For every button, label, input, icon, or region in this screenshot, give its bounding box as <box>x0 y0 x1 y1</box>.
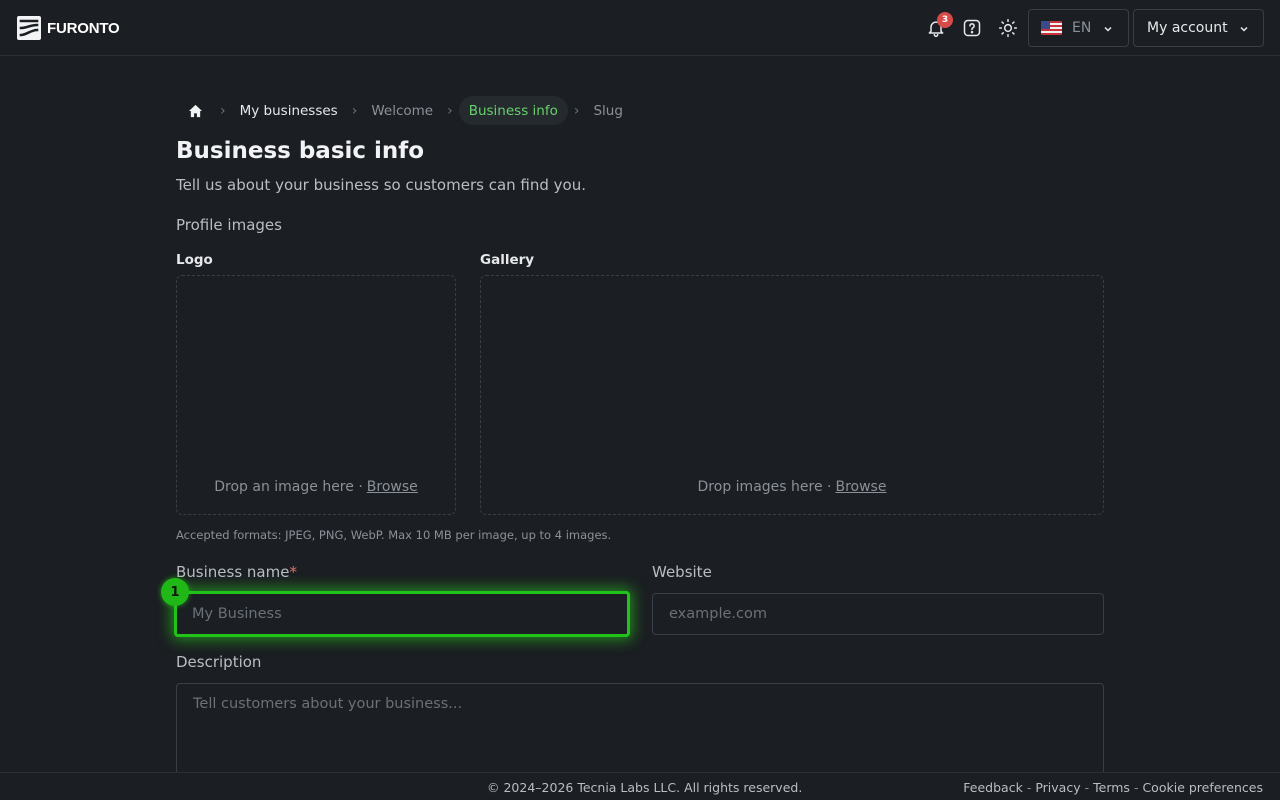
theme-toggle-button[interactable] <box>992 12 1024 44</box>
help-icon <box>963 19 981 37</box>
my-account-label: My account <box>1147 20 1228 36</box>
breadcrumb: › My businesses › Welcome › Business inf… <box>176 96 631 125</box>
help-button[interactable] <box>956 12 988 44</box>
logo-browse-link[interactable]: Browse <box>367 479 418 495</box>
breadcrumb-slug[interactable]: Slug <box>585 96 630 125</box>
us-flag-icon <box>1041 21 1062 35</box>
breadcrumb-separator: › <box>351 102 358 119</box>
sun-icon <box>998 18 1018 38</box>
home-icon <box>188 104 202 117</box>
footer-separator: - <box>1026 780 1032 795</box>
breadcrumb-home[interactable] <box>176 96 214 125</box>
breadcrumb-separator: › <box>220 102 226 119</box>
website-input[interactable] <box>652 593 1104 635</box>
logo-mark-icon <box>17 16 41 40</box>
notifications-button[interactable]: 3 <box>920 12 953 44</box>
breadcrumb-my-businesses[interactable]: My businesses <box>232 96 346 125</box>
brand-name: FURONTO <box>47 19 120 37</box>
logo-dropzone[interactable]: Drop an image here · Browse <box>176 275 456 515</box>
footer-separator: - <box>1084 780 1090 795</box>
logo-drop-text: Drop an image here · <box>214 479 363 495</box>
profile-images-heading: Profile images <box>176 216 282 234</box>
copyright-text: © 2024–2026 Tecnia Labs LLC. All rights … <box>487 780 803 795</box>
logo-label: Logo <box>176 252 213 268</box>
notification-count-badge: 3 <box>937 12 953 28</box>
footer-links: Feedback - Privacy - Terms - Cookie pref… <box>963 780 1263 795</box>
feedback-link[interactable]: Feedback <box>963 780 1023 795</box>
footer: © 2024–2026 Tecnia Labs LLC. All rights … <box>0 772 1280 800</box>
chevron-down-icon <box>1240 26 1248 32</box>
breadcrumb-welcome[interactable]: Welcome <box>363 96 441 125</box>
cookie-preferences-link[interactable]: Cookie preferences <box>1142 780 1263 795</box>
description-label: Description <box>176 653 262 671</box>
gallery-browse-link[interactable]: Browse <box>835 479 886 495</box>
website-label: Website <box>652 563 712 581</box>
page-subtitle: Tell us about your business so customers… <box>176 176 586 194</box>
terms-link[interactable]: Terms <box>1093 780 1130 795</box>
language-selector[interactable]: EN <box>1028 9 1129 47</box>
description-textarea[interactable] <box>176 683 1104 783</box>
business-name-input[interactable] <box>174 591 630 637</box>
gallery-dropzone[interactable]: Drop images here · Browse <box>480 275 1104 515</box>
breadcrumb-separator: › <box>573 102 580 119</box>
privacy-link[interactable]: Privacy <box>1035 780 1080 795</box>
required-mark: * <box>289 563 297 581</box>
gallery-drop-text: Drop images here · <box>697 479 832 495</box>
step-marker: 1 <box>161 578 189 606</box>
business-name-label-text: Business name <box>176 563 290 581</box>
business-name-label: Business name* <box>176 563 297 581</box>
top-bar: FURONTO 3 EN My account <box>0 0 1280 56</box>
footer-separator: - <box>1133 780 1139 795</box>
my-account-button[interactable]: My account <box>1133 9 1264 47</box>
image-format-help: Accepted formats: JPEG, PNG, WebP. Max 1… <box>176 528 612 542</box>
gallery-label: Gallery <box>480 252 535 268</box>
breadcrumb-separator: › <box>447 102 453 119</box>
chevron-down-icon <box>1104 26 1112 32</box>
page-title: Business basic info <box>176 138 425 164</box>
breadcrumb-business-info[interactable]: Business info <box>458 96 568 125</box>
language-label: EN <box>1072 20 1092 36</box>
brand-logo[interactable]: FURONTO <box>17 16 120 40</box>
